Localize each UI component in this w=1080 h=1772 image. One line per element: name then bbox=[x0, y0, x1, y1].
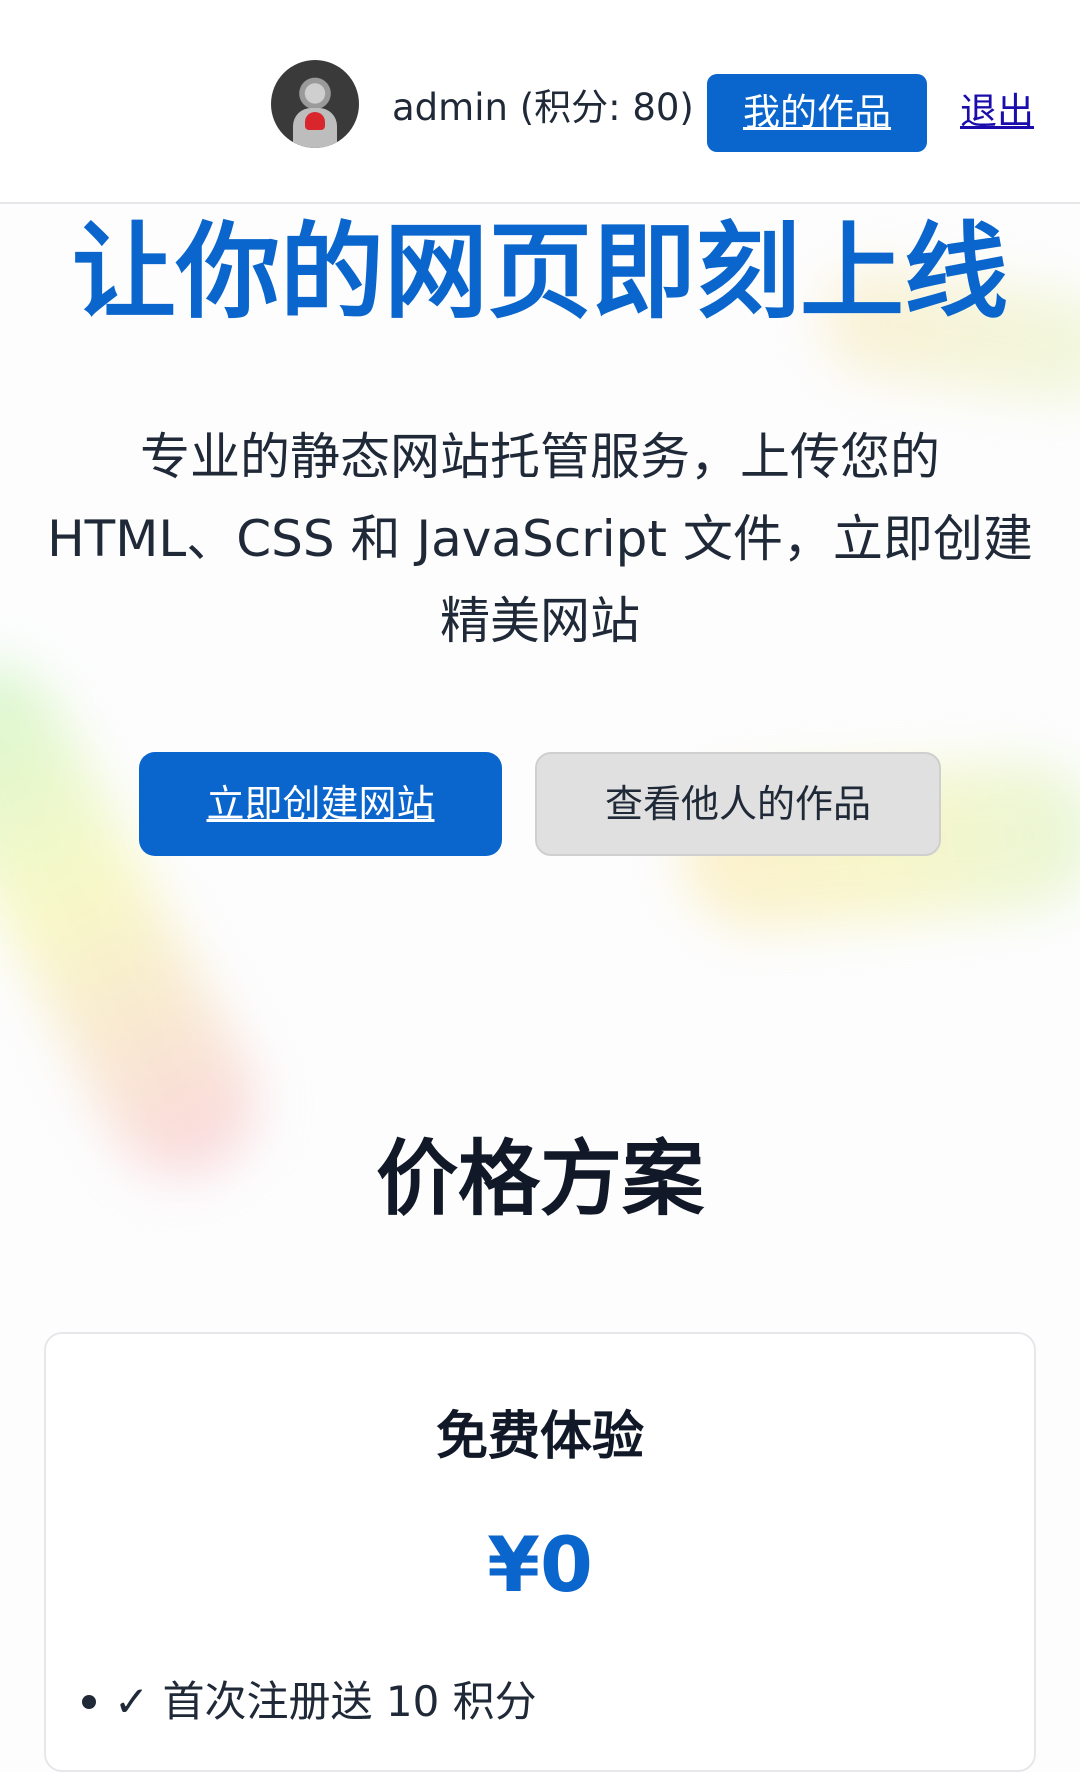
hero-description: 专业的静态网站托管服务，上传您的 HTML、CSS 和 JavaScript 文… bbox=[47, 428, 1033, 650]
plan-price: ¥0 bbox=[487, 1520, 593, 1609]
my-works-button[interactable]: 我的作品 bbox=[707, 74, 927, 152]
plan-name: 免费体验 bbox=[435, 1407, 644, 1467]
hero-title: 让你的网页即刻上线 bbox=[71, 211, 1008, 333]
plan-feature-list: ✓ 首次注册送 10 积分 bbox=[82, 1676, 537, 1728]
pricing-card-free: 免费体验 ¥0 ✓ 首次注册送 10 积分 bbox=[44, 1332, 1036, 1772]
username-points: admin (积分: 80) bbox=[392, 86, 694, 129]
plan-feature-text: ✓ 首次注册送 10 积分 bbox=[114, 1677, 537, 1726]
plan-feature-item: ✓ 首次注册送 10 积分 bbox=[82, 1676, 537, 1728]
top-header: admin (积分: 80) 我的作品 退出 bbox=[0, 0, 1080, 204]
heart-icon bbox=[305, 112, 325, 130]
create-website-button[interactable]: 立即创建网站 bbox=[139, 752, 502, 856]
background-blob-decoration bbox=[0, 637, 283, 1203]
logout-link[interactable]: 退出 bbox=[960, 90, 1034, 134]
user-avatar[interactable] bbox=[271, 60, 359, 148]
pricing-section-title: 价格方案 bbox=[375, 1132, 704, 1227]
bullet-icon bbox=[82, 1695, 96, 1709]
view-gallery-button[interactable]: 查看他人的作品 bbox=[535, 752, 941, 856]
